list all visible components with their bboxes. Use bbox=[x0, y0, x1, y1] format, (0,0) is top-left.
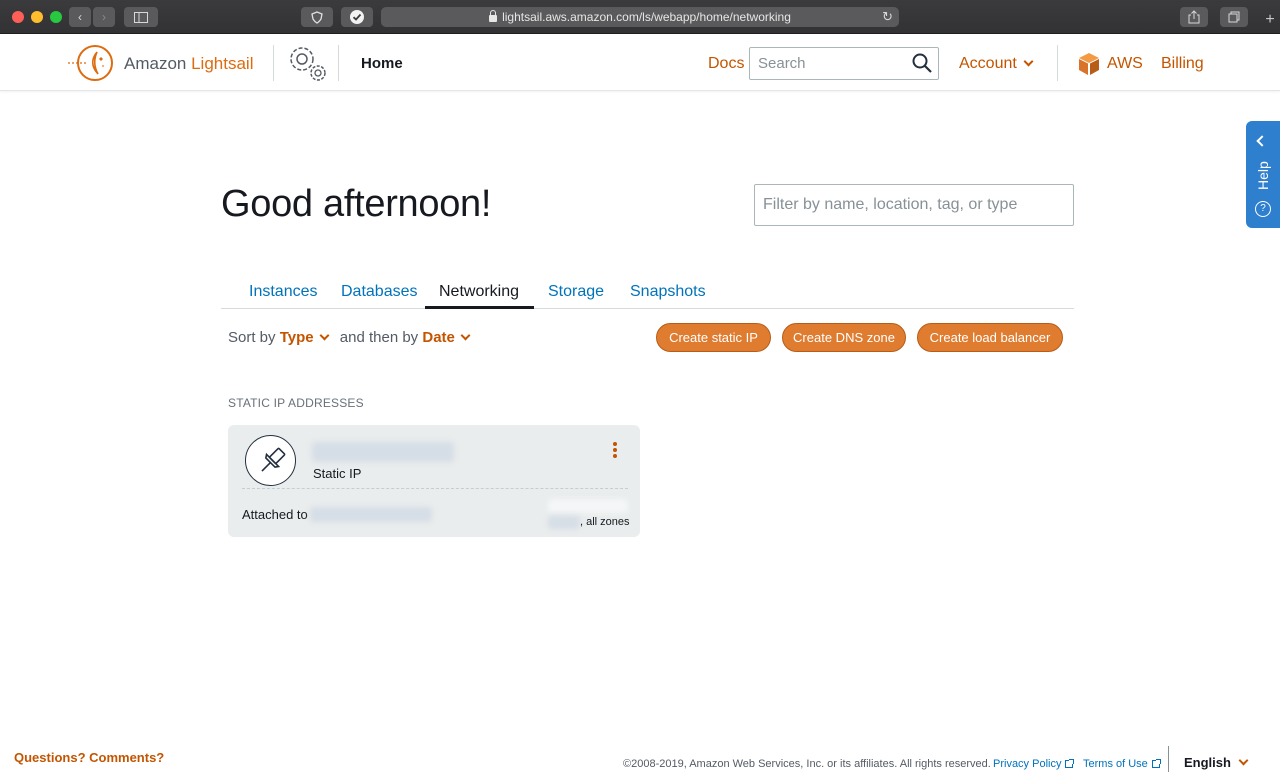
search-box bbox=[749, 47, 939, 80]
terms-of-use-label: Terms of Use bbox=[1083, 758, 1148, 770]
privacy-shield-button[interactable] bbox=[301, 7, 333, 27]
tab-databases[interactable]: Databases bbox=[341, 283, 418, 301]
extension-button[interactable] bbox=[341, 7, 373, 27]
redacted-region bbox=[548, 516, 580, 529]
zoom-window-button[interactable] bbox=[50, 11, 62, 23]
redacted-instance-link[interactable] bbox=[310, 507, 432, 522]
section-title: STATIC IP ADDRESSES bbox=[228, 396, 364, 410]
chevron-down-icon bbox=[1023, 56, 1034, 67]
browser-toolbar: ‹ › lightsail.aws.amazon.com/ls/webapp/h… bbox=[0, 0, 1280, 34]
attached-to-label: Attached to bbox=[242, 507, 308, 522]
sort-by-label: Sort by bbox=[228, 329, 276, 346]
top-navigation: Amazon Lightsail Home Docs Account AWS B… bbox=[0, 35, 1280, 91]
search-icon[interactable] bbox=[912, 53, 932, 73]
close-window-button[interactable] bbox=[12, 11, 24, 23]
url-text: lightsail.aws.amazon.com/ls/webapp/home/… bbox=[502, 10, 791, 24]
tab-instances[interactable]: Instances bbox=[249, 283, 317, 301]
shield-icon bbox=[311, 10, 323, 24]
aws-cube-icon[interactable] bbox=[1077, 52, 1101, 76]
nav-divider bbox=[273, 45, 274, 81]
footer-divider bbox=[1168, 746, 1169, 772]
share-icon bbox=[1188, 10, 1200, 24]
sort-controls: Sort by Type and then by Date bbox=[228, 329, 471, 346]
chevron-down-icon bbox=[319, 330, 330, 341]
share-button[interactable] bbox=[1180, 7, 1208, 27]
lock-icon bbox=[489, 9, 498, 22]
back-button[interactable]: ‹ bbox=[69, 7, 91, 27]
pin-icon bbox=[245, 435, 296, 486]
zones-label: , all zones bbox=[580, 516, 630, 528]
static-ip-card[interactable]: Static IP Attached to , all zones bbox=[228, 425, 640, 537]
external-link-icon bbox=[1065, 759, 1075, 768]
lightsail-logo-icon bbox=[68, 45, 113, 81]
language-label: English bbox=[1184, 755, 1231, 770]
brand-prefix: Amazon bbox=[124, 54, 192, 73]
active-tab-indicator bbox=[425, 306, 534, 309]
tab-overview-button[interactable] bbox=[1220, 7, 1248, 27]
then-by-dropdown[interactable]: Date bbox=[422, 329, 471, 346]
billing-link[interactable]: Billing bbox=[1161, 55, 1204, 73]
brand-accent: Lightsail bbox=[191, 54, 254, 73]
new-tab-button[interactable]: + bbox=[1260, 8, 1280, 34]
nav-divider bbox=[1057, 45, 1058, 81]
checkmark-icon bbox=[350, 10, 364, 24]
plus-icon: + bbox=[1265, 11, 1275, 28]
tabs-icon bbox=[1228, 11, 1240, 23]
chevron-left-icon: ‹ bbox=[78, 10, 82, 24]
chevron-left-icon bbox=[1256, 135, 1268, 147]
sort-by-dropdown[interactable]: Type bbox=[279, 329, 330, 346]
minimize-window-button[interactable] bbox=[31, 11, 43, 23]
nav-divider bbox=[338, 45, 339, 81]
gears-settings-icon[interactable] bbox=[285, 42, 329, 84]
create-dns-zone-button[interactable]: Create DNS zone bbox=[782, 323, 906, 352]
page-greeting: Good afternoon! bbox=[221, 183, 492, 225]
card-divider bbox=[242, 488, 628, 489]
redacted-ip-name bbox=[312, 442, 454, 462]
address-bar[interactable]: lightsail.aws.amazon.com/ls/webapp/home/… bbox=[381, 7, 899, 27]
tab-networking[interactable]: Networking bbox=[439, 283, 519, 301]
chevron-down-icon bbox=[460, 330, 471, 341]
tab-storage[interactable]: Storage bbox=[548, 283, 604, 301]
create-static-ip-button[interactable]: Create static IP bbox=[656, 323, 771, 352]
resource-tabs: Instances Databases Networking Storage S… bbox=[221, 272, 1074, 309]
sidebar-toggle-button[interactable] bbox=[124, 7, 158, 27]
docs-link[interactable]: Docs bbox=[708, 55, 744, 73]
help-panel-tab[interactable]: Help ? bbox=[1246, 121, 1280, 228]
more-options-icon[interactable] bbox=[611, 440, 619, 460]
language-selector[interactable]: English bbox=[1184, 755, 1249, 770]
account-label: Account bbox=[959, 55, 1017, 72]
chevron-right-icon: › bbox=[102, 10, 106, 24]
resource-type-label: Static IP bbox=[313, 466, 362, 481]
account-menu[interactable]: Account bbox=[959, 55, 1034, 73]
chevron-down-icon bbox=[1238, 755, 1249, 766]
feedback-link[interactable]: Questions? Comments? bbox=[14, 750, 164, 765]
filter-input[interactable] bbox=[754, 184, 1074, 226]
sort-by-value: Type bbox=[279, 329, 314, 346]
copyright-text: ©2008-2019, Amazon Web Services, Inc. or… bbox=[623, 758, 991, 770]
home-link[interactable]: Home bbox=[361, 55, 403, 72]
search-input[interactable] bbox=[750, 48, 900, 79]
help-label: Help bbox=[1255, 161, 1271, 190]
then-by-label: and then by bbox=[339, 329, 419, 346]
question-icon: ? bbox=[1255, 201, 1271, 217]
external-link-icon bbox=[1151, 759, 1161, 768]
brand-name[interactable]: Amazon Lightsail bbox=[124, 54, 253, 74]
privacy-policy-label: Privacy Policy bbox=[993, 758, 1062, 770]
forward-button[interactable]: › bbox=[93, 7, 115, 27]
tab-snapshots[interactable]: Snapshots bbox=[630, 283, 706, 301]
terms-of-use-link[interactable]: Terms of Use bbox=[1083, 758, 1161, 770]
reload-icon[interactable]: ↻ bbox=[882, 9, 893, 25]
redacted-ip-address bbox=[548, 499, 628, 513]
aws-link[interactable]: AWS bbox=[1107, 55, 1143, 73]
create-load-balancer-button[interactable]: Create load balancer bbox=[917, 323, 1063, 352]
privacy-policy-link[interactable]: Privacy Policy bbox=[993, 758, 1075, 770]
then-by-value: Date bbox=[422, 329, 455, 346]
sidebar-icon bbox=[134, 11, 148, 23]
